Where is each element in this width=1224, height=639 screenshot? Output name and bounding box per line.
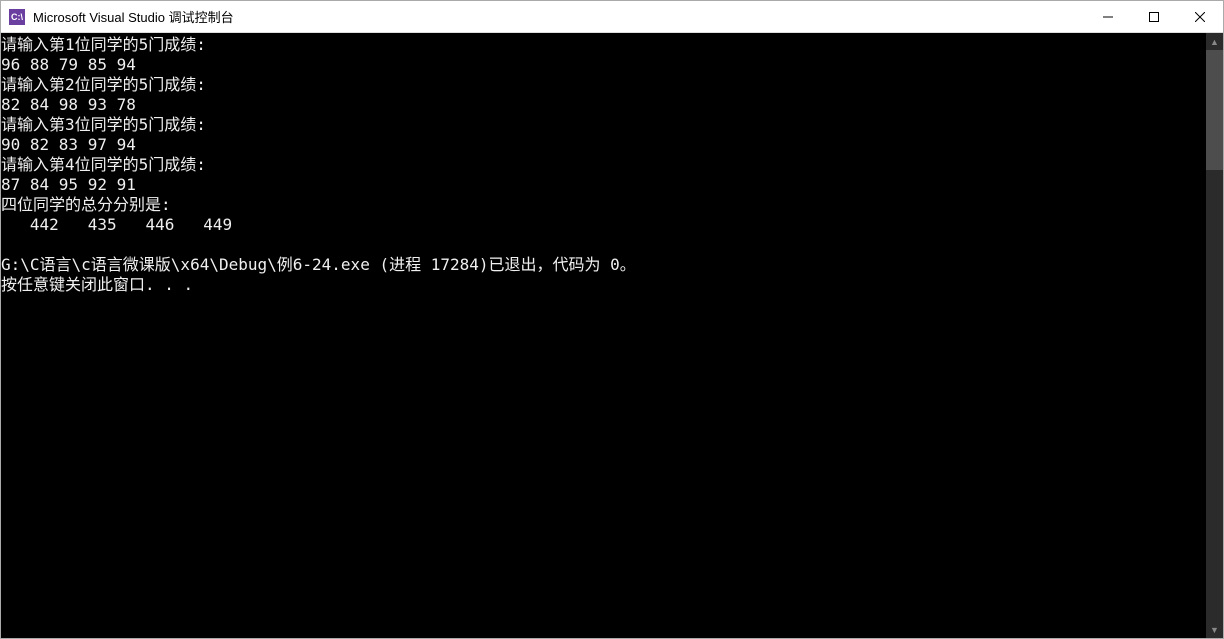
vertical-scrollbar[interactable]: ▲ ▼	[1206, 33, 1223, 638]
titlebar[interactable]: C:\ Microsoft Visual Studio 调试控制台	[1, 1, 1223, 33]
console-area: 请输入第1位同学的5门成绩: 96 88 79 85 94 请输入第2位同学的5…	[1, 33, 1223, 638]
app-icon: C:\	[9, 9, 25, 25]
window-title: Microsoft Visual Studio 调试控制台	[33, 7, 1085, 26]
scroll-down-arrow[interactable]: ▼	[1206, 621, 1223, 638]
console-output[interactable]: 请输入第1位同学的5门成绩: 96 88 79 85 94 请输入第2位同学的5…	[1, 33, 1206, 638]
close-button[interactable]	[1177, 1, 1223, 32]
minimize-button[interactable]	[1085, 1, 1131, 32]
scroll-thumb[interactable]	[1206, 50, 1223, 170]
scroll-up-arrow[interactable]: ▲	[1206, 33, 1223, 50]
window-controls	[1085, 1, 1223, 32]
maximize-button[interactable]	[1131, 1, 1177, 32]
